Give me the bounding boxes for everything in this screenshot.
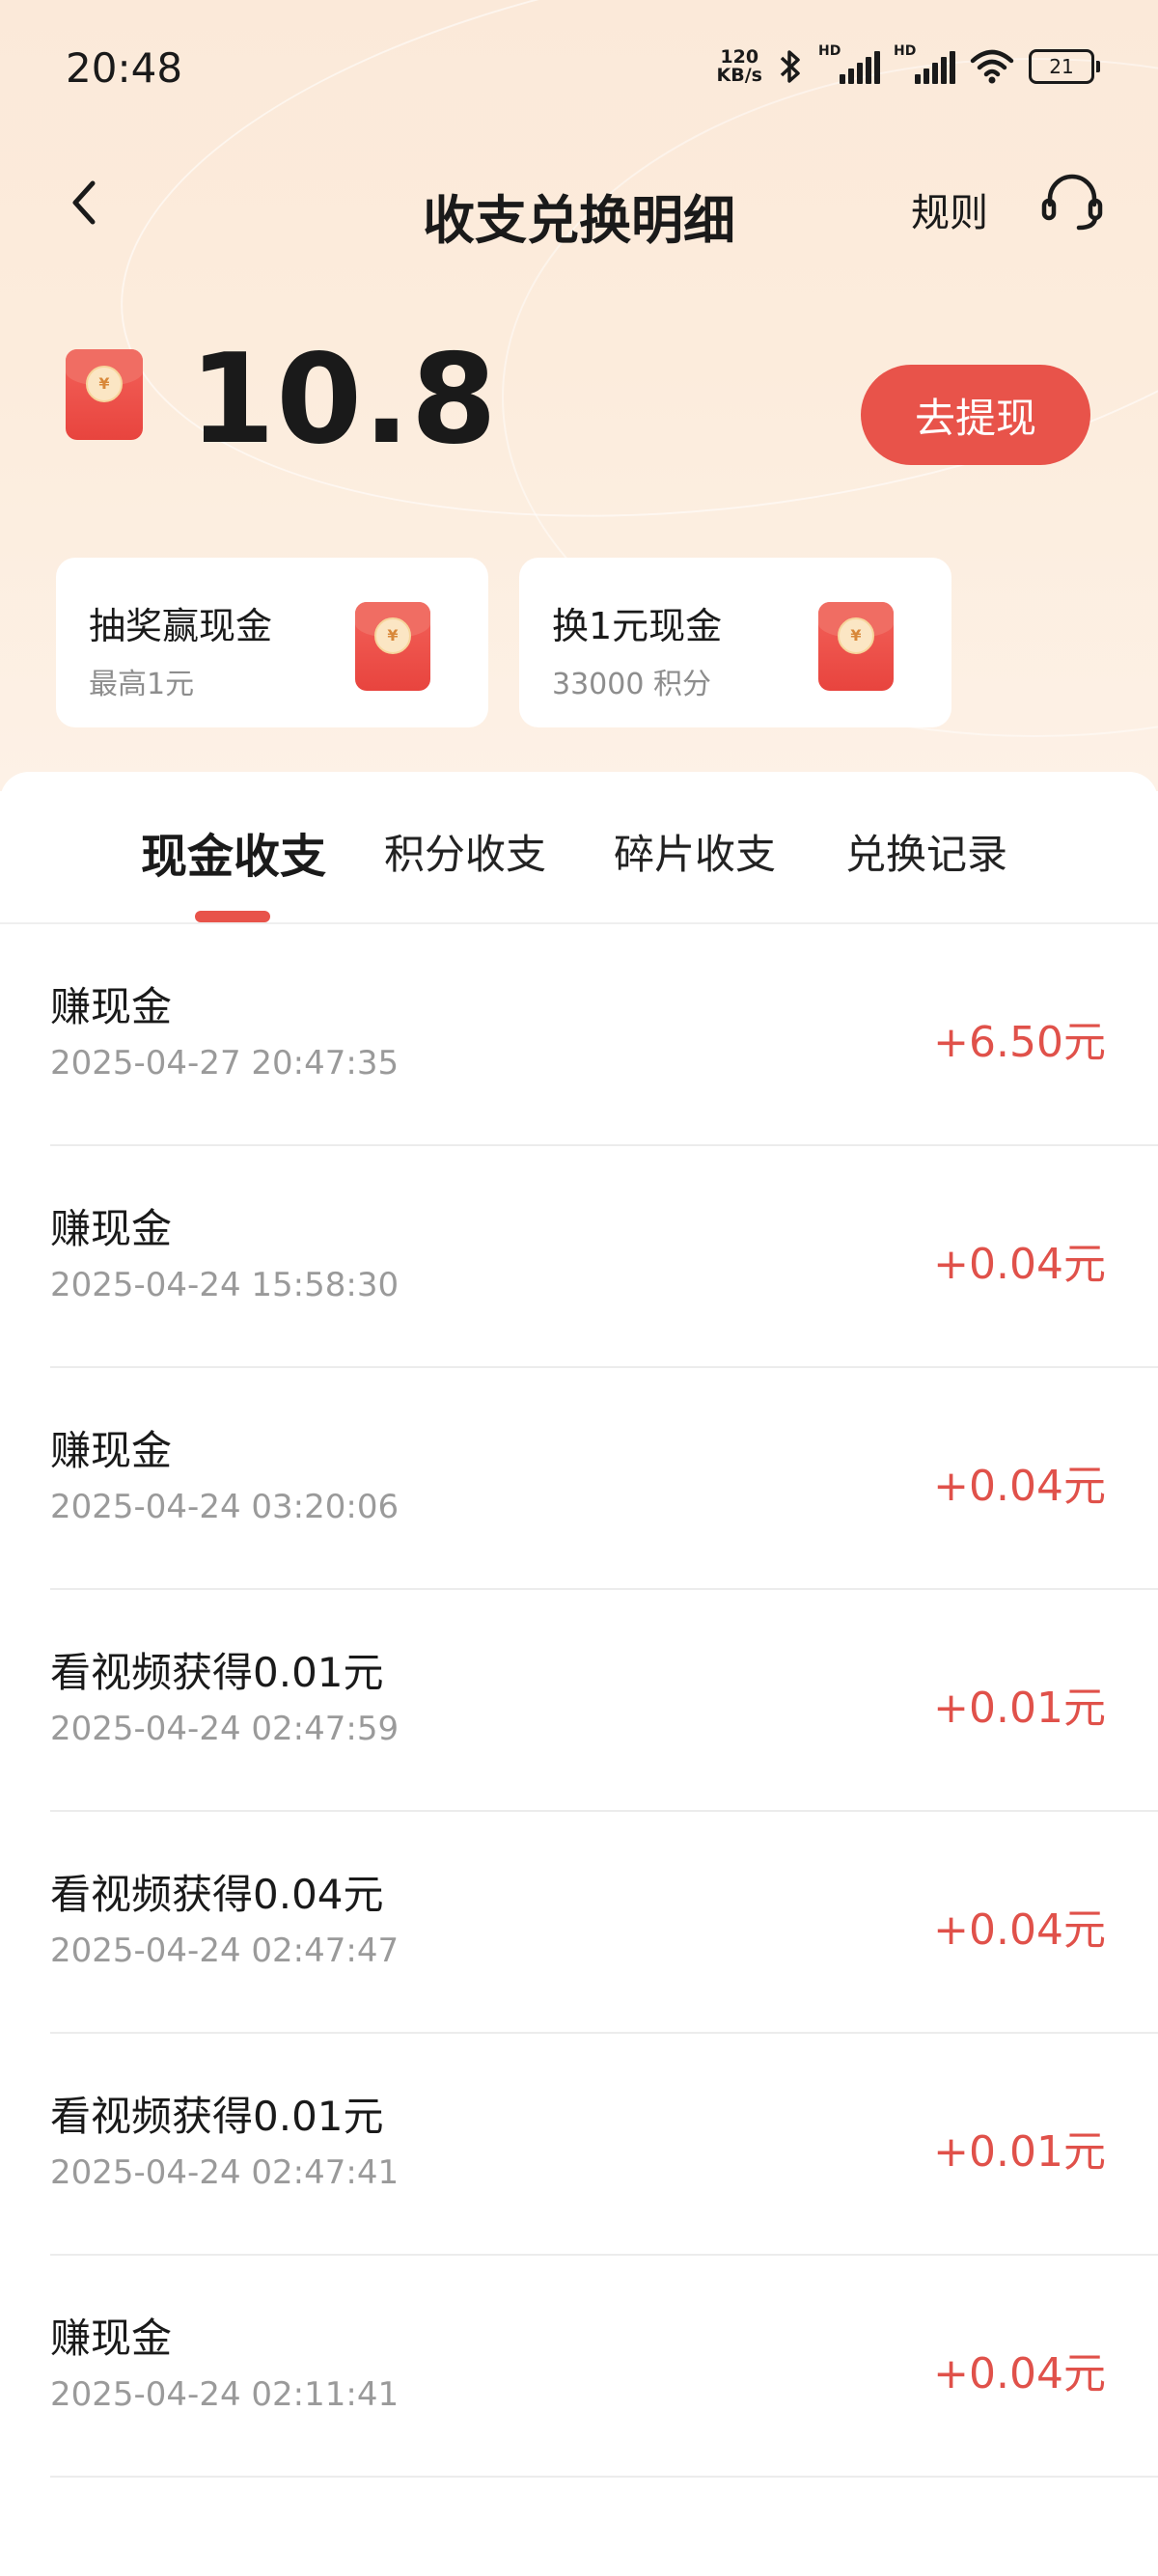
record-title: 赚现金 <box>50 2315 173 2362</box>
tab-bar: 现金收支 积分收支 碎片收支 兑换记录 <box>0 772 1158 924</box>
record-time: 2025-04-24 15:58:30 <box>50 1266 400 1304</box>
tab-points[interactable]: 积分收支 <box>384 822 546 881</box>
card-title: 换1元现金 <box>552 605 723 647</box>
status-icons: 120 KB/s HD HD 21 <box>717 42 1100 91</box>
record-title: 赚现金 <box>50 983 173 1030</box>
lottery-cash-card[interactable]: 抽奖赢现金 最高1元 ¥ <box>56 558 488 727</box>
red-envelope-icon: ¥ <box>66 349 143 440</box>
status-time: 20:48 <box>66 44 183 92</box>
card-title: 抽奖赢现金 <box>89 605 273 647</box>
card-subtitle: 33000 积分 <box>552 668 711 701</box>
tab-exchange-records[interactable]: 兑换记录 <box>845 822 1007 881</box>
record-amount: +0.04元 <box>933 1905 1106 1955</box>
list-item: 看视频获得0.04元 2025-04-24 02:47:47 +0.04元 <box>50 1812 1158 2034</box>
envelope-coin-mark: ¥ <box>374 617 411 654</box>
tab-fragments[interactable]: 碎片收支 <box>614 822 776 881</box>
red-envelope-icon: ¥ <box>818 602 894 691</box>
withdraw-button[interactable]: 去提现 <box>861 365 1090 465</box>
list-item: 赚现金 2025-04-24 15:58:30 +0.04元 <box>50 1146 1158 1368</box>
status-bar: 20:48 120 KB/s HD HD 21 <box>0 0 1158 135</box>
record-time: 2025-04-27 20:47:35 <box>50 1044 400 1082</box>
list-item: 赚现金 2025-04-27 20:47:35 +6.50元 <box>50 924 1158 1146</box>
headset-icon <box>1041 174 1103 231</box>
tab-cash[interactable]: 现金收支 <box>141 818 326 886</box>
record-amount: +0.01元 <box>933 2127 1106 2177</box>
network-speed-unit: KB/s <box>716 65 762 86</box>
record-title: 赚现金 <box>50 1205 173 1252</box>
balance-section: ¥ 10.8 去提现 <box>0 328 1158 473</box>
records-sheet: 现金收支 积分收支 碎片收支 兑换记录 赚现金 2025-04-27 20:47… <box>0 772 1158 2576</box>
red-envelope-icon: ¥ <box>355 602 430 691</box>
record-time: 2025-04-24 02:11:41 <box>50 2375 400 2414</box>
exchange-cash-card[interactable]: 换1元现金 33000 积分 ¥ <box>519 558 951 727</box>
list-item: 看视频获得0.01元 2025-04-24 02:47:41 +0.01元 <box>50 2034 1158 2256</box>
record-amount: +0.04元 <box>933 1462 1106 1511</box>
battery-icon: 21 <box>1029 49 1100 84</box>
hd-label: HD <box>894 43 917 59</box>
envelope-coin-mark: ¥ <box>86 365 123 402</box>
record-time: 2025-04-24 03:20:06 <box>50 1488 400 1526</box>
bluetooth-icon <box>780 50 800 83</box>
record-title: 看视频获得0.01元 <box>50 2093 384 2140</box>
record-time: 2025-04-24 02:47:47 <box>50 1932 400 1970</box>
record-title: 赚现金 <box>50 1427 173 1474</box>
nav-bar: 收支兑换明细 规则 <box>0 154 1158 251</box>
record-title: 看视频获得0.01元 <box>50 1649 384 1696</box>
list-item: 赚现金 2025-04-24 02:11:41 +0.04元 <box>50 2256 1158 2478</box>
hd-label: HD <box>818 43 841 59</box>
record-time: 2025-04-24 02:47:59 <box>50 1710 400 1748</box>
list-item: 赚现金 2025-04-24 03:20:06 +0.04元 <box>50 1368 1158 1590</box>
record-amount: +6.50元 <box>933 1018 1106 1067</box>
records-list: 赚现金 2025-04-27 20:47:35 +6.50元 赚现金 2025-… <box>0 924 1158 2478</box>
promo-cards: 抽奖赢现金 最高1元 ¥ 换1元现金 33000 积分 ¥ <box>56 558 1117 727</box>
battery-level: 21 <box>1049 55 1074 78</box>
network-speed: 120 KB/s <box>717 48 762 85</box>
record-time: 2025-04-24 02:47:41 <box>50 2153 400 2192</box>
envelope-coin-mark: ¥ <box>838 617 874 654</box>
rules-link[interactable]: 规则 <box>911 181 988 237</box>
cash-balance: 10.8 <box>189 328 498 472</box>
active-tab-indicator <box>195 911 270 922</box>
card-subtitle: 最高1元 <box>89 668 195 701</box>
customer-service-button[interactable] <box>1038 172 1106 233</box>
wifi-icon <box>970 49 1014 84</box>
list-item: 看视频获得0.01元 2025-04-24 02:47:59 +0.01元 <box>50 1590 1158 1812</box>
cell-signal-icon: HD <box>818 43 880 84</box>
record-amount: +0.01元 <box>933 1684 1106 1733</box>
record-amount: +0.04元 <box>933 1240 1106 1289</box>
record-amount: +0.04元 <box>933 2349 1106 2398</box>
record-title: 看视频获得0.04元 <box>50 1871 384 1918</box>
cell-signal-icon: HD <box>894 43 955 84</box>
